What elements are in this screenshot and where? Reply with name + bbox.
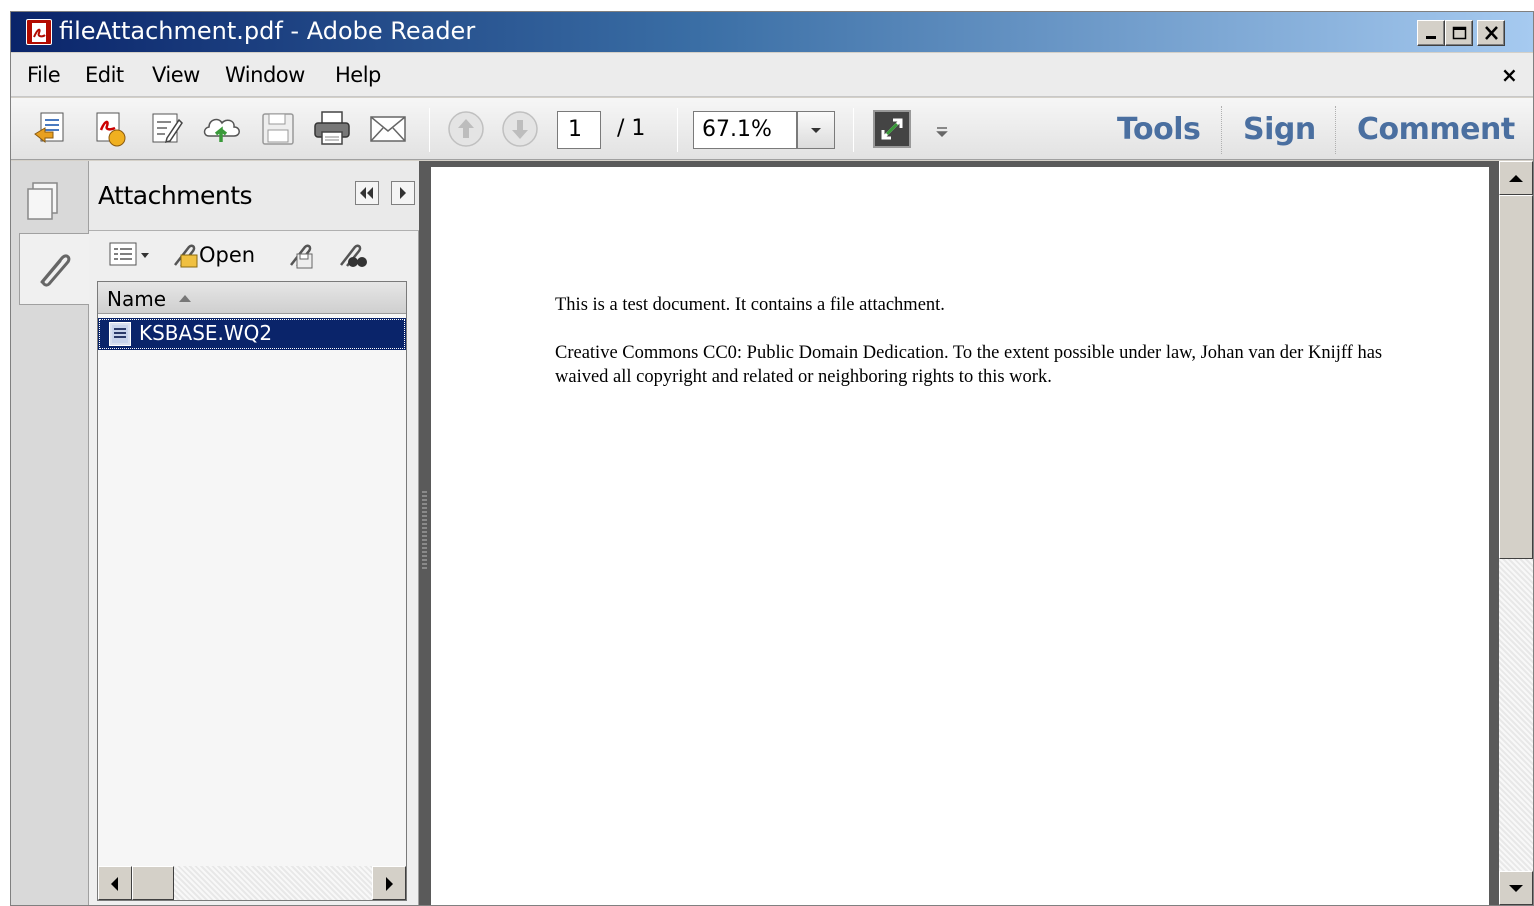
chevron-down-icon — [811, 128, 821, 133]
collapse-panel-button[interactable] — [355, 181, 379, 205]
page-total-label: / 1 — [617, 116, 646, 141]
menu-file[interactable]: File — [27, 63, 61, 87]
toolbar-divider — [1221, 106, 1222, 154]
save-attachment-icon[interactable] — [285, 241, 315, 276]
main-toolbar: 1 / 1 67.1% Tools Sign Comment — [11, 98, 1533, 160]
page-thumbnails-icon[interactable] — [23, 179, 67, 228]
scroll-left-button[interactable] — [98, 866, 132, 900]
pdf-page: This is a test document. It contains a f… — [431, 167, 1489, 905]
right-arrow-icon — [400, 187, 406, 199]
file-icon — [109, 322, 131, 346]
minimize-button[interactable] — [1417, 20, 1445, 46]
attachment-filename: KSBASE.WQ2 — [139, 321, 273, 345]
up-arrow-icon — [1509, 175, 1523, 182]
prev-page-icon[interactable] — [445, 108, 487, 150]
search-attachments-icon[interactable] — [335, 241, 367, 276]
splitter-grip[interactable] — [422, 491, 427, 571]
vertical-scrollbar[interactable] — [1499, 161, 1533, 905]
sign-link[interactable]: Sign — [1243, 112, 1316, 147]
name-column-header[interactable]: Name — [98, 282, 406, 314]
close-window-button[interactable] — [1477, 20, 1505, 46]
adobe-reader-icon — [26, 19, 52, 45]
next-page-icon[interactable] — [499, 108, 541, 150]
convert-pdf-icon[interactable] — [89, 108, 131, 150]
close-document-icon[interactable]: × — [1501, 63, 1518, 87]
menu-help[interactable]: Help — [335, 63, 381, 87]
overflow-menu-icon[interactable] — [927, 108, 969, 150]
options-list-icon[interactable] — [109, 241, 153, 274]
horizontal-scrollbar[interactable] — [98, 866, 406, 900]
edit-form-icon[interactable] — [145, 108, 187, 150]
toolbar-separator — [429, 108, 430, 152]
attachment-row[interactable]: KSBASE.WQ2 — [98, 318, 406, 350]
create-pdf-icon[interactable] — [31, 108, 73, 150]
name-column-label: Name — [107, 287, 167, 311]
scroll-up-button[interactable] — [1499, 161, 1533, 195]
zoom-dropdown-button[interactable] — [797, 111, 835, 149]
double-left-arrow-icon — [360, 187, 373, 199]
window-title: fileAttachment.pdf - Adobe Reader — [59, 17, 476, 45]
menu-bar: File Edit View Window Help × — [11, 53, 1533, 97]
menu-window[interactable]: Window — [225, 63, 305, 87]
print-icon[interactable] — [311, 108, 353, 150]
paperclip-icon — [40, 254, 71, 287]
scrollbar-thumb[interactable] — [132, 866, 174, 900]
left-arrow-icon — [111, 877, 118, 891]
attachments-panel-title: Attachments — [98, 181, 253, 210]
email-icon[interactable] — [367, 108, 409, 150]
scroll-right-button[interactable] — [372, 866, 406, 900]
down-arrow-icon — [1509, 885, 1523, 892]
document-view[interactable]: This is a test document. It contains a f… — [431, 161, 1499, 905]
toolbar-separator — [853, 108, 854, 152]
toolbar-divider — [1335, 106, 1336, 154]
menu-view[interactable]: View — [152, 63, 200, 87]
title-bar: fileAttachment.pdf - Adobe Reader — [11, 12, 1533, 52]
open-button-label[interactable]: Open — [199, 243, 255, 267]
attachments-tab[interactable] — [19, 233, 91, 305]
sort-ascending-icon — [179, 295, 191, 302]
toolbar-separator — [677, 108, 678, 152]
open-attachment-icon[interactable] — [169, 241, 199, 276]
page-number-input[interactable]: 1 — [557, 111, 601, 149]
document-paragraph: Creative Commons CC0: Public Domain Dedi… — [555, 343, 1383, 387]
save-icon[interactable] — [257, 108, 299, 150]
comment-link[interactable]: Comment — [1357, 112, 1515, 147]
maximize-button[interactable] — [1445, 20, 1473, 46]
menu-edit[interactable]: Edit — [85, 63, 124, 87]
panel-splitter[interactable] — [419, 161, 431, 905]
attachments-panel: Attachments Open Name KSBASE.WQ2 — [89, 161, 419, 905]
upload-cloud-icon[interactable] — [201, 108, 243, 150]
document-paragraph: This is a test document. It contains a f… — [555, 295, 945, 315]
navigation-rail — [11, 161, 91, 905]
scrollbar-thumb[interactable] — [1499, 195, 1533, 559]
right-arrow-icon — [386, 877, 393, 891]
app-window: fileAttachment.pdf - Adobe Reader File E… — [10, 11, 1534, 906]
fit-page-icon[interactable] — [871, 108, 913, 150]
attachments-toolbar: Open — [89, 231, 419, 281]
tools-link[interactable]: Tools — [1117, 112, 1201, 147]
scroll-down-button[interactable] — [1499, 871, 1533, 905]
panel-options-button[interactable] — [391, 181, 415, 205]
zoom-level-input[interactable]: 67.1% — [693, 111, 797, 149]
attachments-panel-header: Attachments — [89, 161, 419, 231]
attachments-list: Name KSBASE.WQ2 — [97, 281, 407, 901]
